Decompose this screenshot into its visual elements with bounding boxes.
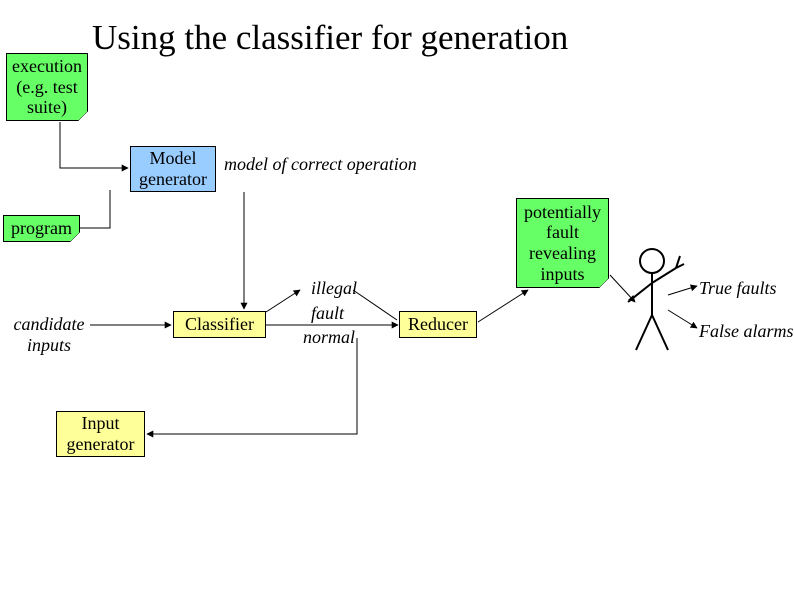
box-input-generator: Input generator — [56, 411, 145, 457]
box-program-label: program — [11, 218, 72, 239]
label-model-correct: model of correct operation — [224, 154, 417, 175]
box-execution-label: execution (e.g. test suite) — [12, 56, 82, 118]
label-false-alarms: False alarms — [699, 321, 794, 342]
label-true-faults: True faults — [699, 278, 777, 299]
person-icon — [628, 249, 684, 350]
box-classifier: Classifier — [173, 311, 266, 338]
box-input-generator-label: Input generator — [67, 413, 135, 454]
box-pfri-label: potentially fault revealing inputs — [524, 202, 601, 285]
diagram-title: Using the classifier for generation — [92, 18, 568, 58]
note-corner-icon — [70, 232, 80, 242]
box-model-generator: Model generator — [130, 146, 216, 192]
box-model-generator-label: Model generator — [139, 148, 207, 189]
note-corner-icon — [599, 278, 609, 288]
box-reducer: Reducer — [399, 311, 477, 338]
diagram-arrows — [0, 0, 794, 595]
box-program: program — [3, 215, 80, 242]
label-fault: fault — [311, 303, 344, 324]
label-illegal: illegal — [311, 278, 357, 299]
box-reducer-label: Reducer — [408, 314, 468, 335]
label-candidate-inputs: candidate inputs — [8, 314, 90, 355]
box-execution: execution (e.g. test suite) — [6, 53, 88, 121]
box-pfri: potentially fault revealing inputs — [516, 198, 609, 288]
label-normal: normal — [303, 327, 355, 348]
box-classifier-label: Classifier — [185, 314, 254, 335]
note-corner-icon — [78, 111, 88, 121]
